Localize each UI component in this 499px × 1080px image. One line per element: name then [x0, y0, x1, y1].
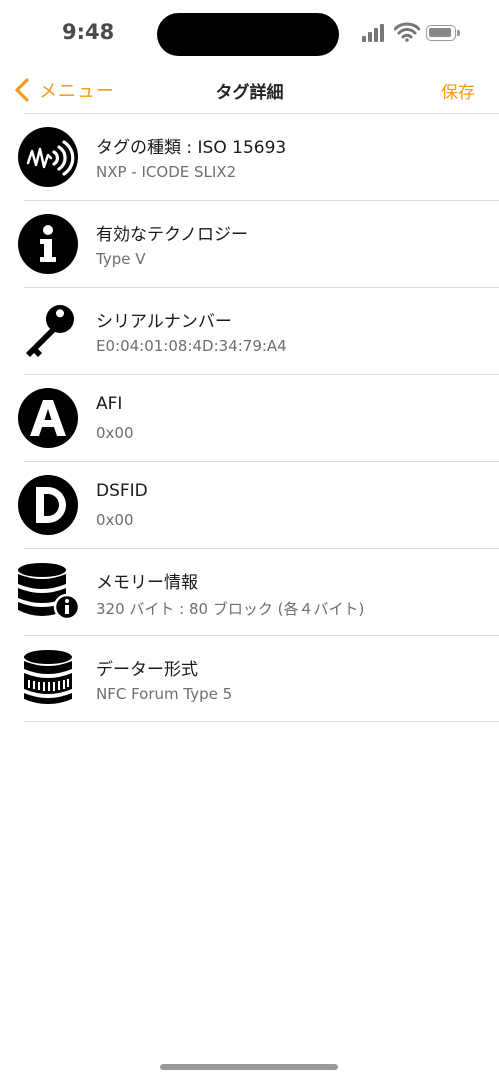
home-indicator[interactable] [160, 1064, 338, 1070]
letter-a-icon [16, 386, 80, 450]
nfc-signal-icon [16, 125, 80, 189]
list-item: AFI 0x00 [0, 374, 499, 461]
row-value: 0x00 [96, 424, 134, 442]
row-value: E0:04:01:08:4D:34:79:A4 [96, 337, 287, 355]
list-item: データー形式 NFC Forum Type 5 [0, 635, 499, 722]
cellular-signal-icon [362, 24, 388, 42]
tag-detail-list: タグの種類 : ISO 15693 NXP - ICODE SLIX2 有効なテ… [0, 113, 499, 722]
row-title: タグの種類 : ISO 15693 [96, 138, 287, 158]
wifi-icon [393, 22, 421, 42]
row-title: AFI [96, 394, 123, 414]
list-item: タグの種類 : ISO 15693 NXP - ICODE SLIX2 [0, 113, 499, 200]
row-title: メモリー情報 [96, 573, 198, 593]
info-icon [16, 212, 80, 276]
status-time: 9:48 [62, 20, 115, 44]
battery-icon [426, 25, 460, 41]
row-value: 320 バイト : 80 ブロック (各４バイト) [96, 600, 365, 618]
save-button[interactable]: 保存 [441, 78, 475, 103]
row-value: NFC Forum Type 5 [96, 685, 233, 703]
list-item: シリアルナンバー E0:04:01:08:4D:34:79:A4 [0, 287, 499, 374]
row-title: 有効なテクノロジー [96, 225, 248, 245]
row-title: シリアルナンバー [96, 312, 232, 332]
row-value: 0x00 [96, 511, 134, 529]
dynamic-island [157, 13, 339, 56]
row-value: NXP - ICODE SLIX2 [96, 163, 237, 181]
navigation-bar: メニュー タグ詳細 保存 [0, 66, 499, 113]
key-icon [16, 299, 80, 363]
list-item: 有効なテクノロジー Type V [0, 200, 499, 287]
row-value: Type V [96, 250, 146, 268]
status-bar: 9:48 [0, 0, 499, 66]
list-item: メモリー情報 320 バイト : 80 ブロック (各４バイト) [0, 548, 499, 635]
letter-d-icon [16, 473, 80, 537]
row-title: データー形式 [96, 660, 198, 680]
page-title: タグ詳細 [215, 83, 284, 103]
row-title: DSFID [96, 481, 148, 501]
database-icon [16, 647, 80, 711]
database-info-icon [16, 560, 80, 624]
list-item: DSFID 0x00 [0, 461, 499, 548]
